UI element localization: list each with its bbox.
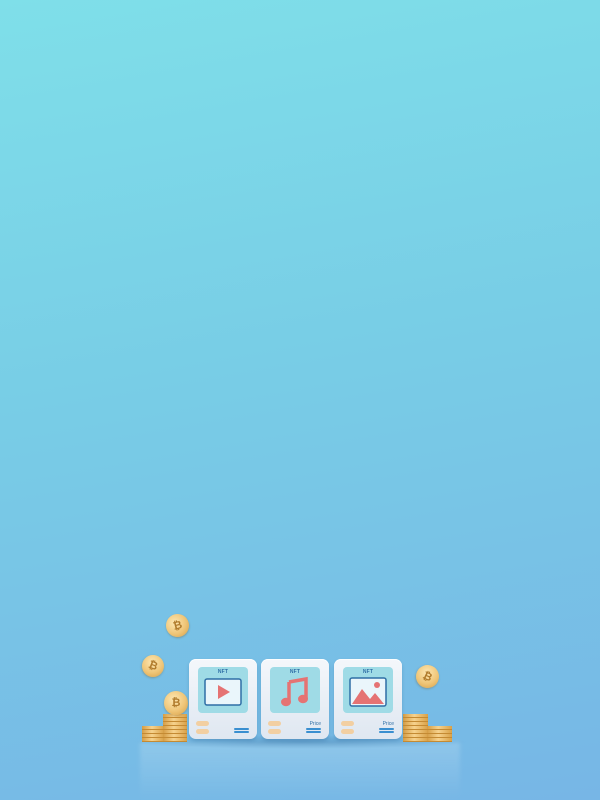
floor-reflection bbox=[140, 742, 460, 800]
play-icon bbox=[204, 678, 242, 706]
coin-stack-left-tall bbox=[163, 714, 187, 742]
coin-stack-left-small bbox=[142, 726, 164, 742]
nft-illustration: ₿ ₿ ₿ ₿ NFT NFT Price NFT Price bbox=[0, 0, 600, 800]
bitcoin-coin-icon: ₿ bbox=[412, 661, 443, 692]
price-label: Price bbox=[309, 721, 321, 727]
nft-tag: NFT bbox=[289, 669, 301, 675]
card-screen: NFT bbox=[198, 667, 248, 713]
bitcoin-coin-icon: ₿ bbox=[163, 611, 192, 640]
nft-card-music: NFT Price bbox=[261, 659, 329, 739]
nft-card-video: NFT bbox=[189, 659, 257, 739]
nft-tag: NFT bbox=[217, 669, 229, 675]
card-screen: NFT bbox=[343, 667, 393, 713]
image-icon bbox=[349, 677, 387, 707]
music-note-icon bbox=[281, 676, 308, 707]
coin-stack-right-small bbox=[427, 726, 452, 742]
card-screen: NFT bbox=[270, 667, 320, 713]
nft-card-image: NFT Price bbox=[334, 659, 402, 739]
bitcoin-coin-icon: ₿ bbox=[164, 691, 188, 715]
coin-stack-right-tall bbox=[403, 714, 428, 742]
nft-tag: NFT bbox=[362, 669, 374, 675]
price-label: Price bbox=[382, 721, 394, 727]
bitcoin-coin-icon: ₿ bbox=[138, 651, 168, 681]
